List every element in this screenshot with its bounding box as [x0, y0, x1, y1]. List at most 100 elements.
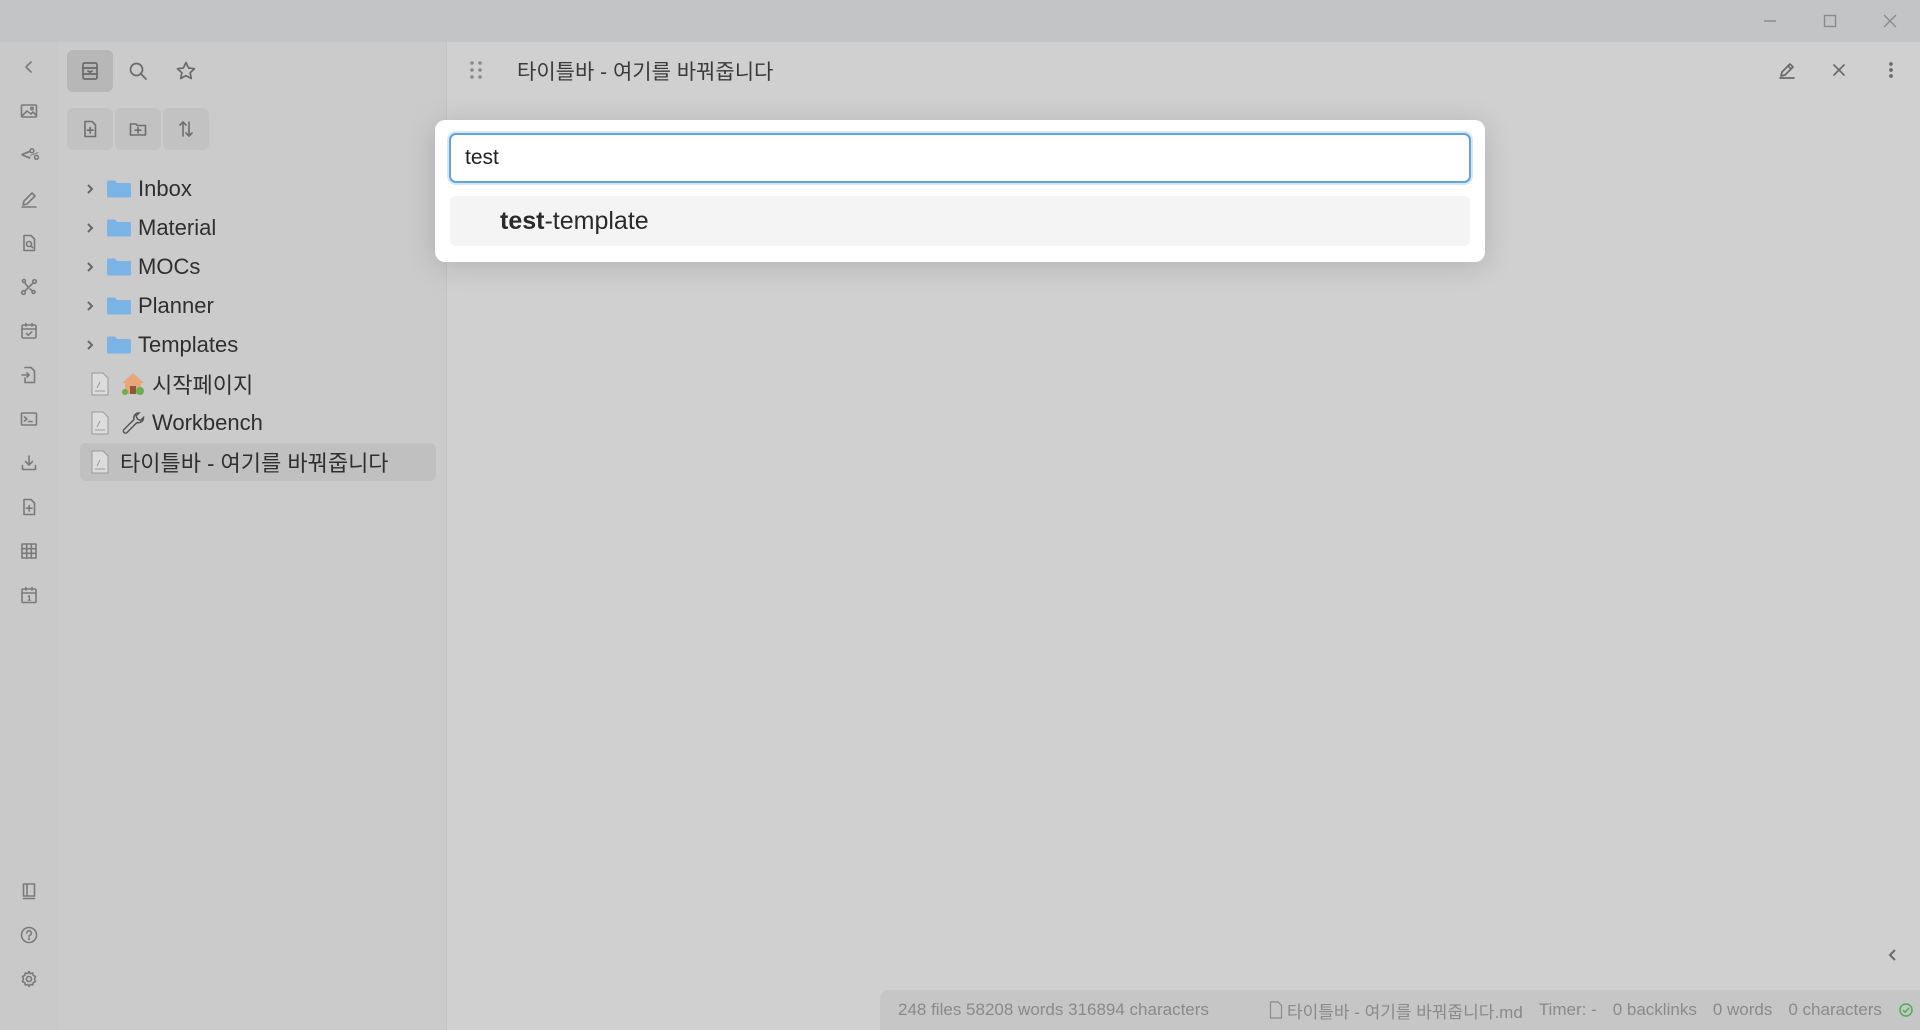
status-file[interactable]: 타이틀바 - 여기를 바꿔줍니다.md: [1269, 998, 1523, 1023]
chevron-right-icon: [80, 300, 100, 312]
tree-item-label: Workbench: [152, 410, 263, 435]
suggester-input[interactable]: [449, 133, 1471, 183]
new-folder-button[interactable]: [115, 108, 161, 150]
tree-folder-planner[interactable]: Planner: [80, 287, 436, 325]
table-ribbon-button[interactable]: [14, 536, 44, 566]
tab-bookmarks[interactable]: [163, 50, 209, 92]
collapse-sidebar-button[interactable]: [14, 52, 44, 82]
file-plus-ribbon-button[interactable]: [14, 492, 44, 522]
bookmark-star-icon: [176, 61, 196, 80]
suggestion-match: test: [500, 206, 545, 235]
status-file-name: 타이틀바 - 여기를 바꿔줍니다.md: [1286, 1002, 1523, 1022]
minimize-icon: [1764, 20, 1776, 22]
new-note-button[interactable]: [67, 108, 113, 150]
settings-button[interactable]: [14, 964, 44, 994]
tree-item-label: 시작페이지: [152, 373, 254, 398]
file-explorer-sidebar: Inbox Material MOCs Planner Templates 시작…: [58, 42, 446, 1030]
new-folder-icon: [129, 123, 147, 136]
calendar-check-ribbon-button[interactable]: [14, 316, 44, 346]
chevron-left-icon: [1888, 949, 1896, 961]
status-backlinks[interactable]: 0 backlinks: [1613, 1000, 1697, 1020]
help-button[interactable]: [14, 920, 44, 950]
wrench-icon: [122, 412, 145, 434]
sync-check-icon[interactable]: [1898, 1002, 1914, 1018]
tree-folder-inbox[interactable]: Inbox: [80, 170, 436, 208]
chevron-right-icon: [80, 261, 100, 273]
tree-file-start-page[interactable]: 시작페이지: [80, 365, 436, 403]
daily-note-ribbon-button[interactable]: 1: [14, 580, 44, 610]
close-window-button[interactable]: [1860, 0, 1920, 42]
tree-item-label: MOCs: [138, 254, 201, 279]
status-timer[interactable]: Timer: -: [1539, 1000, 1597, 1020]
image-ribbon-button[interactable]: [14, 96, 44, 126]
minimize-button[interactable]: [1740, 0, 1800, 42]
more-options-button[interactable]: [1875, 54, 1907, 86]
house-icon: [122, 373, 144, 395]
folder-icon: [107, 258, 131, 276]
more-vertical-icon: [1889, 62, 1893, 78]
chevron-right-icon: [80, 339, 100, 351]
folder-icon: [107, 180, 131, 198]
file-import-icon: [21, 366, 36, 384]
graph-ribbon-button[interactable]: [14, 272, 44, 302]
view-header: 타이틀바 - 여기를 바꿔줍니다: [447, 42, 1920, 98]
suggestion-rest: -template: [544, 206, 649, 235]
files-icon: [82, 62, 98, 80]
file-explorer-actions: [67, 108, 209, 150]
close-icon: [1883, 14, 1897, 28]
tree-folder-mocs[interactable]: MOCs: [80, 248, 436, 286]
view-actions: [1771, 54, 1907, 86]
calendar-check-icon: [21, 322, 37, 339]
download-icon: [21, 455, 37, 471]
chevron-right-icon: [80, 222, 100, 234]
view-title[interactable]: 타이틀바 - 여기를 바꿔줍니다: [517, 56, 773, 86]
sort-button[interactable]: [163, 108, 209, 150]
template-suggester-modal: test-template: [435, 120, 1485, 262]
tab-files[interactable]: [67, 50, 113, 92]
status-words: 0 words: [1712, 1000, 1773, 1019]
tree-file-workbench[interactable]: Workbench: [80, 404, 436, 442]
vault-switcher-button[interactable]: [14, 876, 44, 906]
file-import-ribbon-button[interactable]: [14, 360, 44, 390]
maximize-icon: [1823, 14, 1837, 28]
chevron-right-icon: [80, 183, 100, 195]
table-icon: [21, 543, 37, 559]
close-icon: [1833, 64, 1845, 76]
sidebar-tabs: [67, 50, 209, 92]
download-ribbon-button[interactable]: [14, 448, 44, 478]
sort-icon: [179, 121, 193, 137]
terminal-ribbon-button[interactable]: [14, 404, 44, 434]
image-icon: [20, 104, 38, 118]
file-search-ribbon-button[interactable]: [14, 228, 44, 258]
maximize-button[interactable]: [1800, 0, 1860, 42]
tree-item-label: Planner: [138, 293, 214, 318]
calendar-day-number: 1: [27, 596, 31, 603]
suggestion-item[interactable]: test -template: [450, 196, 1470, 246]
tree-item-label: Material: [138, 215, 217, 240]
tree-file-titlebar[interactable]: 타이틀바 - 여기를 바꿔줍니다: [80, 443, 436, 481]
expand-right-sidebar-button[interactable]: [1884, 946, 1902, 969]
file-plus-icon: [23, 498, 36, 516]
templater-icon: <%: [20, 145, 40, 165]
vault-stats: 248 files 58208 words 316894 characters: [898, 1000, 1209, 1019]
pencil-icon: [21, 192, 37, 208]
left-ribbon: <% 1: [0, 42, 58, 1030]
drag-handle-icon[interactable]: [469, 60, 483, 80]
status-characters: 0 characters: [1788, 1000, 1882, 1019]
templater-ribbon-button[interactable]: <%: [14, 140, 44, 170]
new-note-icon: [84, 120, 97, 138]
tree-folder-material[interactable]: Material: [80, 209, 436, 247]
vault-book-icon: [22, 883, 36, 900]
settings-icon: [21, 970, 37, 988]
tree-folder-templates[interactable]: Templates: [80, 326, 436, 364]
terminal-icon: [20, 412, 38, 426]
pencil-ribbon-button[interactable]: [14, 184, 44, 214]
tab-search[interactable]: [115, 50, 161, 92]
file-search-icon: [23, 234, 36, 252]
document-icon: [1269, 1001, 1283, 1019]
edit-mode-button[interactable]: [1771, 54, 1803, 86]
collapse-left-icon: [25, 61, 32, 73]
file-icon: [91, 450, 109, 474]
close-tab-button[interactable]: [1823, 54, 1855, 86]
pencil-icon: [1779, 63, 1795, 79]
